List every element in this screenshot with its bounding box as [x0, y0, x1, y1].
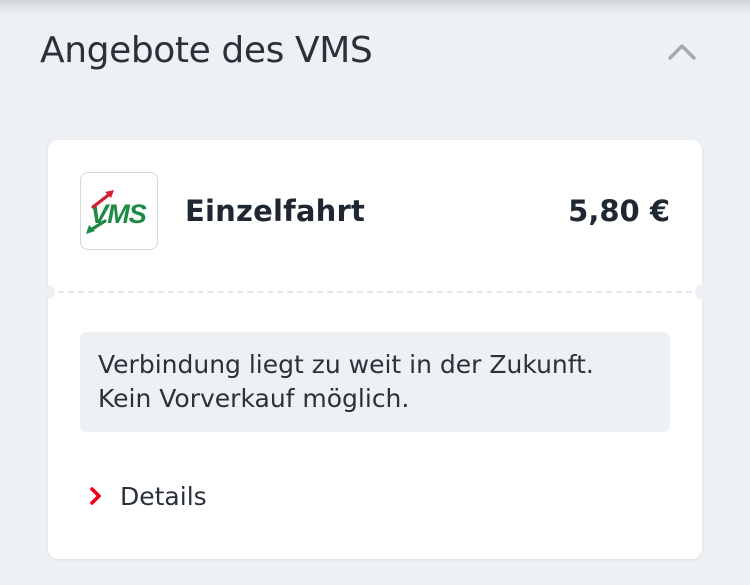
- card-notch-left: [41, 285, 55, 299]
- chevron-right-icon: [90, 487, 101, 505]
- notice-line-2: Kein Vorverkauf möglich.: [98, 384, 410, 413]
- collapse-toggle-button[interactable]: [664, 34, 700, 70]
- ticket-price: 5,80 €: [568, 194, 670, 228]
- notice-line-1: Verbindung liegt zu weit in der Zukunft.: [98, 350, 594, 379]
- vms-logo: VMS: [80, 172, 158, 250]
- offers-section-header[interactable]: Angebote des VMS: [0, 0, 750, 110]
- presale-notice: Verbindung liegt zu weit in der Zukunft.…: [80, 332, 670, 432]
- details-link[interactable]: Details: [88, 478, 207, 514]
- dashed-divider: [48, 291, 702, 293]
- ticket-name: Einzelfahrt: [185, 194, 366, 228]
- section-title: Angebote des VMS: [40, 30, 373, 71]
- offer-card: VMS Einzelfahrt 5,80 € Verbindung liegt …: [41, 140, 709, 559]
- details-label: Details: [120, 481, 207, 511]
- vms-logo-icon: VMS: [86, 190, 148, 234]
- chevron-up-icon: [668, 44, 696, 60]
- card-notch-right: [695, 285, 709, 299]
